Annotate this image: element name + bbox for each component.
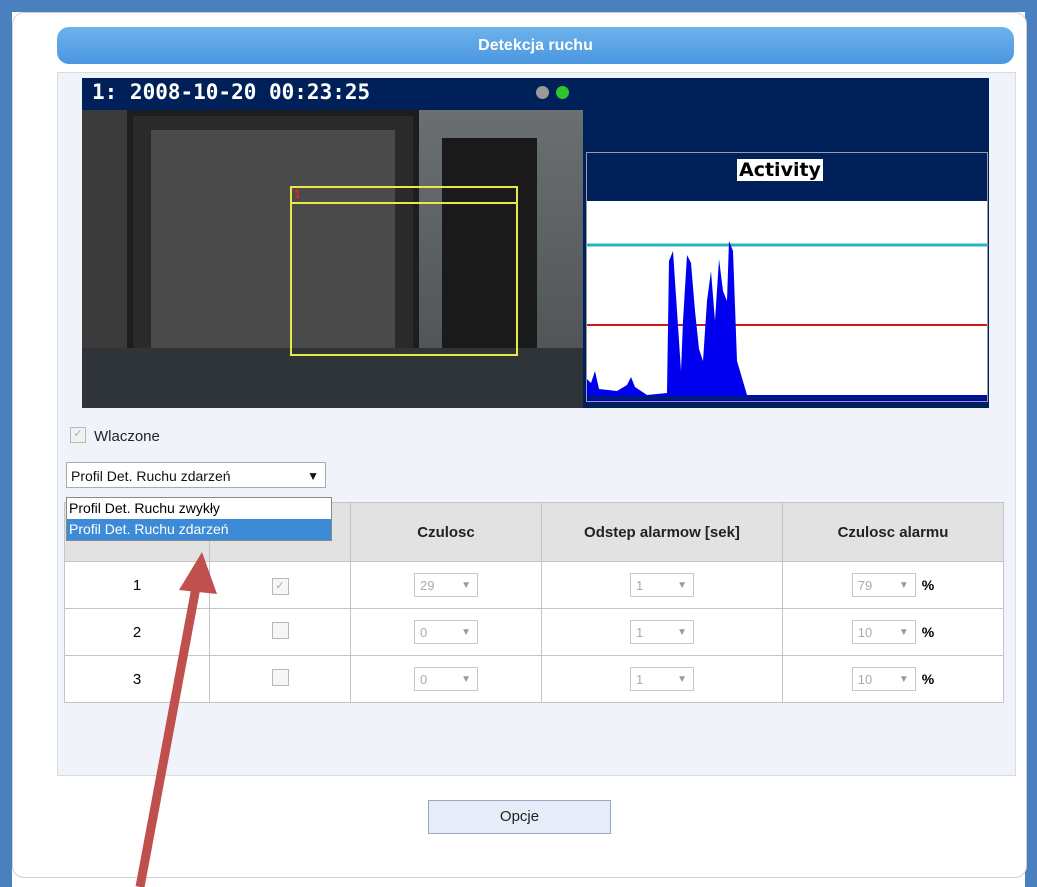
activity-chart xyxy=(587,241,987,401)
chevron-down-icon: ▼ xyxy=(677,627,687,638)
window-frame-top xyxy=(0,0,1037,12)
sensitivity-select[interactable]: 0 ▼ xyxy=(414,620,478,644)
zone-id: 1 xyxy=(64,561,210,609)
alarm-sensitivity-select[interactable]: 10 ▼ xyxy=(851,667,916,691)
zone-enabled-checkbox[interactable] xyxy=(271,621,289,639)
chevron-down-icon: ▼ xyxy=(461,580,471,591)
chevron-down-icon: ▼ xyxy=(898,627,909,638)
chevron-down-icon: ▼ xyxy=(461,627,471,638)
sensitivity-select[interactable]: 29 ▼ xyxy=(414,573,478,597)
column-header-alarm-sensitivity: Czulosc alarmu xyxy=(782,502,1004,562)
percent-unit: % xyxy=(921,577,935,593)
table-row: 2 0 ▼ 1 ▼ 10 ▼% xyxy=(64,608,1004,656)
camera-preview: 1: 2008-10-20 00:23:25 1 xyxy=(82,78,583,408)
alarm-interval-select[interactable]: 1 ▼ xyxy=(630,620,694,644)
camera-status-green-icon xyxy=(556,86,569,99)
table-row: 1 ✓ 29 ▼ 1 ▼ 79 ▼% xyxy=(64,561,1004,609)
alarm-interval-select[interactable]: 1 ▼ xyxy=(630,573,694,597)
chevron-down-icon: ▼ xyxy=(677,580,687,591)
zone-enabled-checkbox[interactable]: ✓ xyxy=(271,577,289,595)
window-frame-left xyxy=(0,0,12,887)
alarm-sensitivity-select[interactable]: 79 ▼ xyxy=(851,573,916,597)
profile-option[interactable]: Profil Det. Ruchu zdarzeń xyxy=(67,519,331,540)
activity-panel: Activity xyxy=(583,78,989,408)
enabled-label: Wlaczone xyxy=(94,428,160,445)
sensitivity-select[interactable]: 0 ▼ xyxy=(414,667,478,691)
table-row: 3 0 ▼ 1 ▼ 10 ▼% xyxy=(64,655,1004,703)
percent-unit: % xyxy=(921,671,935,687)
activity-title: Activity xyxy=(737,159,823,181)
chevron-down-icon: ▼ xyxy=(307,469,319,483)
chevron-down-icon: ▼ xyxy=(677,674,687,685)
chevron-down-icon: ▼ xyxy=(461,674,471,685)
profile-dropdown-list: Profil Det. Ruchu zwykły Profil Det. Ruc… xyxy=(66,497,332,541)
chevron-down-icon: ▼ xyxy=(898,674,909,685)
chevron-down-icon: ▼ xyxy=(898,580,909,591)
camera-status-grey-icon xyxy=(535,86,549,99)
activity-level xyxy=(587,241,987,401)
enabled-checkbox[interactable]: ✓ xyxy=(70,427,86,443)
profile-select-value: Profil Det. Ruchu zdarzeń xyxy=(71,468,231,484)
section-header: Detekcja ruchu xyxy=(57,27,1014,64)
profile-select[interactable]: Profil Det. Ruchu zdarzeń ▼ xyxy=(66,462,326,488)
activity-graph: Activity xyxy=(586,152,988,402)
camera-timestamp: 1: 2008-10-20 00:23:25 xyxy=(82,78,583,110)
zone-id: 3 xyxy=(64,655,210,703)
alarm-interval-select[interactable]: 1 ▼ xyxy=(630,667,694,691)
motion-zone-1[interactable]: 1 xyxy=(290,186,518,356)
alarm-sensitivity-select[interactable]: 10 ▼ xyxy=(851,620,916,644)
camera-status-icons xyxy=(533,86,569,104)
options-button[interactable]: Opcje xyxy=(428,800,611,834)
zone-enabled-checkbox[interactable] xyxy=(271,668,289,686)
zone-id: 2 xyxy=(64,608,210,656)
column-header-alarm-interval: Odstep alarmow [sek] xyxy=(541,502,783,562)
camera-timestamp-text: 1: 2008-10-20 00:23:25 xyxy=(92,80,371,104)
percent-unit: % xyxy=(921,624,935,640)
video-desk xyxy=(82,348,583,408)
motion-zone-number: 1 xyxy=(294,187,301,201)
column-header-sensitivity: Czulosc xyxy=(350,502,542,562)
profile-option[interactable]: Profil Det. Ruchu zwykły xyxy=(67,498,331,519)
